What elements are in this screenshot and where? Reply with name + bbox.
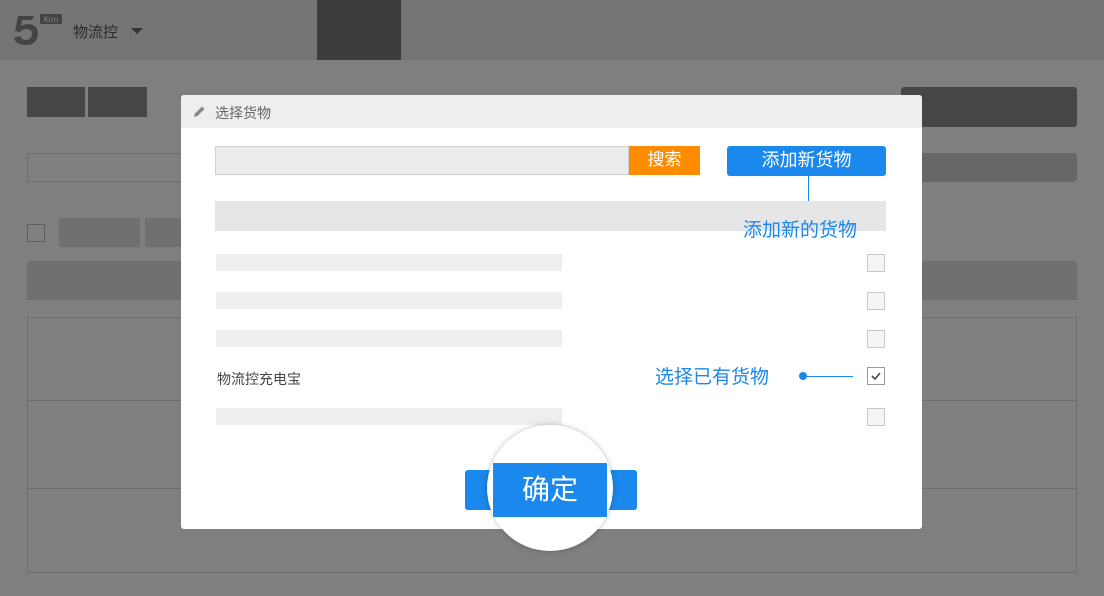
item-checkbox-checked[interactable]	[867, 367, 885, 385]
pencil-icon	[194, 106, 205, 117]
check-icon	[871, 372, 881, 381]
item-checkbox[interactable]	[867, 330, 885, 348]
list-item-name	[216, 292, 562, 309]
annotation-line	[803, 376, 853, 377]
list-item-name	[216, 408, 562, 425]
list-item-name	[216, 254, 562, 271]
list-item-name: 物流控充电宝	[217, 372, 301, 388]
list-item-name	[216, 330, 562, 347]
select-goods-dialog: 选择货物 搜索 添加新货物 添加新的货物 物流控充电宝 选择已有货物 确定	[181, 95, 922, 551]
search-input[interactable]	[215, 146, 629, 175]
dialog-header: 选择货物	[181, 95, 922, 128]
item-checkbox[interactable]	[867, 408, 885, 426]
item-checkbox[interactable]	[867, 292, 885, 310]
dialog-title: 选择货物	[215, 106, 271, 122]
annotation-add-new: 添加新的货物	[743, 219, 858, 241]
add-goods-button[interactable]: 添加新货物	[727, 146, 886, 176]
item-checkbox[interactable]	[867, 254, 885, 272]
search-button[interactable]: 搜索	[629, 146, 700, 175]
confirm-button[interactable]: 确定	[493, 463, 607, 517]
annotation-select-existing: 选择已有货物	[655, 366, 770, 388]
